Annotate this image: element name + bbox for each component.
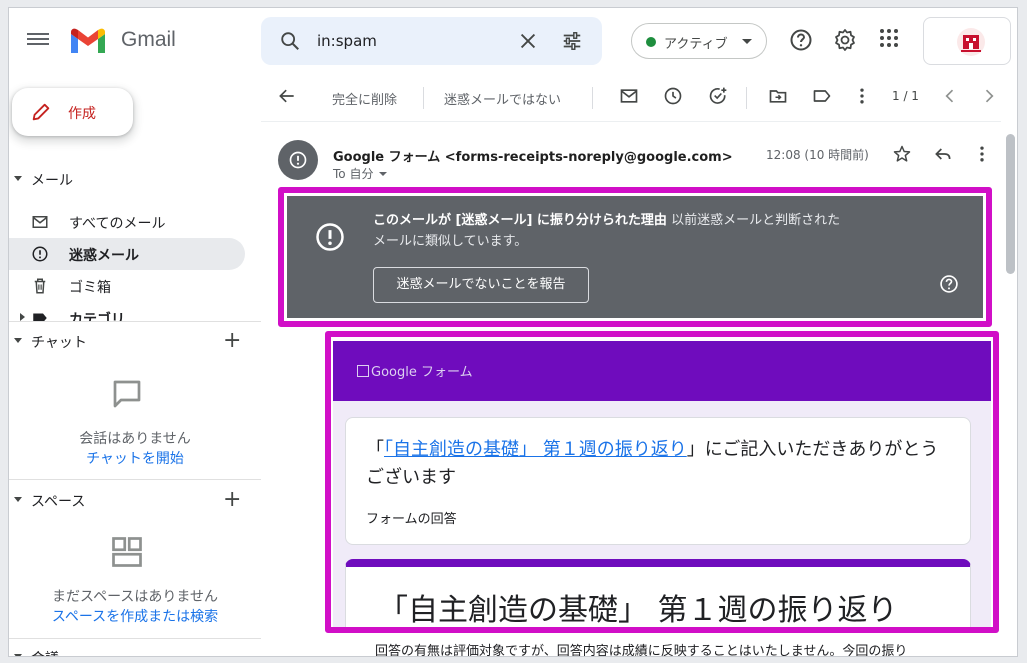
reply-icon[interactable]: [933, 144, 953, 164]
message-toolbar: 完全に削除 迷惑メールではない 1 / 1: [261, 72, 1001, 122]
pencil-icon: [32, 103, 50, 121]
search-options-icon[interactable]: [561, 30, 583, 52]
highlight-box-body: [325, 331, 999, 633]
more-vert-icon[interactable]: [852, 86, 872, 106]
status-label: アクティブ: [664, 37, 728, 52]
search-bar[interactable]: in:spam: [261, 17, 602, 65]
recipient-label: To 自分: [333, 167, 374, 181]
sidebar-item-label: ゴミ箱: [69, 280, 111, 296]
compose-label: 作成: [68, 106, 96, 122]
apps-grid-icon[interactable]: [879, 28, 899, 48]
search-icon[interactable]: [279, 30, 301, 52]
section-label: メール: [31, 173, 73, 189]
new-space-plus-icon[interactable]: +: [223, 487, 241, 512]
scrollbar[interactable]: [1003, 134, 1017, 656]
meet-section-header[interactable]: 会議: [9, 646, 261, 656]
label-outline-icon[interactable]: [812, 86, 832, 106]
warning-circle-icon: [289, 151, 307, 169]
message-view: 完全に削除 迷惑メールではない 1 / 1 Google フォーム <forms…: [261, 72, 1017, 657]
main-menu-icon[interactable]: [27, 30, 49, 50]
sidebar: 作成 メール すべてのメール 迷惑メール ゴミ箱 カテゴリ チャット + 会話は…: [9, 72, 261, 656]
message-time: 12:08 (10 時間前): [766, 148, 869, 162]
scrollbar-thumb[interactable]: [1006, 134, 1015, 274]
toolbar-divider: [746, 87, 747, 109]
chevron-right-icon[interactable]: [979, 86, 999, 106]
mark-unread-icon[interactable]: [619, 86, 639, 106]
status-dot-icon: [646, 37, 656, 47]
sidebar-item-label: すべてのメール: [69, 216, 166, 232]
help-icon[interactable]: [789, 28, 813, 52]
collapse-icon: [14, 176, 22, 181]
settings-icon[interactable]: [833, 28, 857, 52]
section-divider: [9, 321, 261, 322]
chevron-left-icon[interactable]: [940, 86, 960, 106]
move-to-icon[interactable]: [768, 86, 788, 106]
top-bar: Gmail in:spam アクティブ: [9, 8, 1017, 72]
form-description: 回答の有無は評価対象ですが、回答内容は成績に反映することはいたしません。今回の振…: [375, 644, 908, 657]
status-selector[interactable]: アクティブ: [631, 23, 767, 59]
start-chat-link[interactable]: チャットを開始: [9, 448, 261, 468]
organization-logo-icon: [957, 28, 985, 56]
chat-bubble-icon: [113, 380, 141, 408]
not-spam-button[interactable]: 迷惑メールではない: [444, 89, 561, 108]
spam-reason-text: このメールが [迷惑メール] に振り分けられた理由 以前迷惑メールと判断されたメ…: [373, 210, 843, 252]
sidebar-item-spam[interactable]: 迷惑メール: [9, 238, 245, 270]
warning-circle-icon: [316, 223, 344, 251]
back-arrow-icon[interactable]: [277, 86, 297, 106]
spaces-section-header[interactable]: スペース +: [9, 487, 261, 513]
report-not-spam-button[interactable]: 迷惑メールでないことを報告: [373, 267, 589, 303]
new-chat-plus-icon[interactable]: +: [223, 328, 241, 353]
toolbar-divider: [592, 87, 593, 109]
snooze-clock-icon[interactable]: [663, 86, 683, 106]
compose-button[interactable]: 作成: [12, 88, 133, 136]
spaces-icon: [112, 537, 142, 567]
spam-icon: [32, 246, 48, 262]
sender-name: Google フォーム <forms-receipts-noreply@goog…: [333, 150, 733, 165]
trash-icon: [34, 278, 46, 294]
section-divider: [9, 479, 261, 480]
section-label: スペース: [31, 494, 86, 510]
collapse-icon: [14, 338, 22, 343]
add-to-tasks-icon[interactable]: [708, 86, 728, 106]
help-icon[interactable]: [939, 274, 959, 294]
sender-avatar: [278, 140, 318, 180]
mail-icon: [32, 216, 48, 228]
spam-reason-title: このメールが [迷惑メール] に振り分けられた理由: [373, 213, 667, 228]
gmail-logo-icon: [71, 28, 105, 53]
chevron-down-icon: [379, 172, 388, 176]
chat-empty-text: 会話はありません: [79, 431, 191, 447]
delete-forever-button[interactable]: 完全に削除: [332, 89, 397, 108]
toolbar-divider: [423, 87, 424, 109]
sidebar-item-all-mail[interactable]: すべてのメール: [9, 206, 245, 238]
collapse-icon: [14, 497, 22, 502]
section-label: 会議: [31, 648, 59, 656]
app-name: Gmail: [121, 28, 176, 51]
collapse-icon: [14, 654, 22, 656]
star-icon[interactable]: [892, 144, 912, 164]
chat-section-header[interactable]: チャット +: [9, 328, 261, 354]
create-space-link[interactable]: スペースを作成または検索: [9, 606, 261, 626]
spam-warning-banner: このメールが [迷惑メール] に振り分けられた理由 以前迷惑メールと判断されたメ…: [287, 196, 983, 318]
recipient-details[interactable]: To 自分: [333, 165, 388, 182]
account-button[interactable]: [923, 17, 1011, 65]
sidebar-item-categories[interactable]: カテゴリ: [9, 302, 245, 322]
search-input[interactable]: in:spam: [317, 32, 377, 50]
message-more-icon[interactable]: [972, 144, 992, 164]
section-divider: [9, 638, 261, 639]
expand-icon: [20, 313, 25, 321]
section-label: チャット: [31, 335, 87, 351]
sidebar-item-trash[interactable]: ゴミ箱: [9, 270, 245, 302]
gmail-window: Gmail in:spam アクティブ 作成 メール すべてのメール 迷惑メール…: [8, 7, 1018, 657]
chevron-down-icon: [742, 39, 752, 44]
pagination-text: 1 / 1: [892, 89, 919, 103]
sidebar-item-label: 迷惑メール: [69, 248, 139, 264]
mail-section-header[interactable]: メール: [9, 168, 261, 192]
spaces-empty-text: まだスペースはありません: [52, 589, 218, 605]
clear-search-icon[interactable]: [517, 30, 539, 52]
